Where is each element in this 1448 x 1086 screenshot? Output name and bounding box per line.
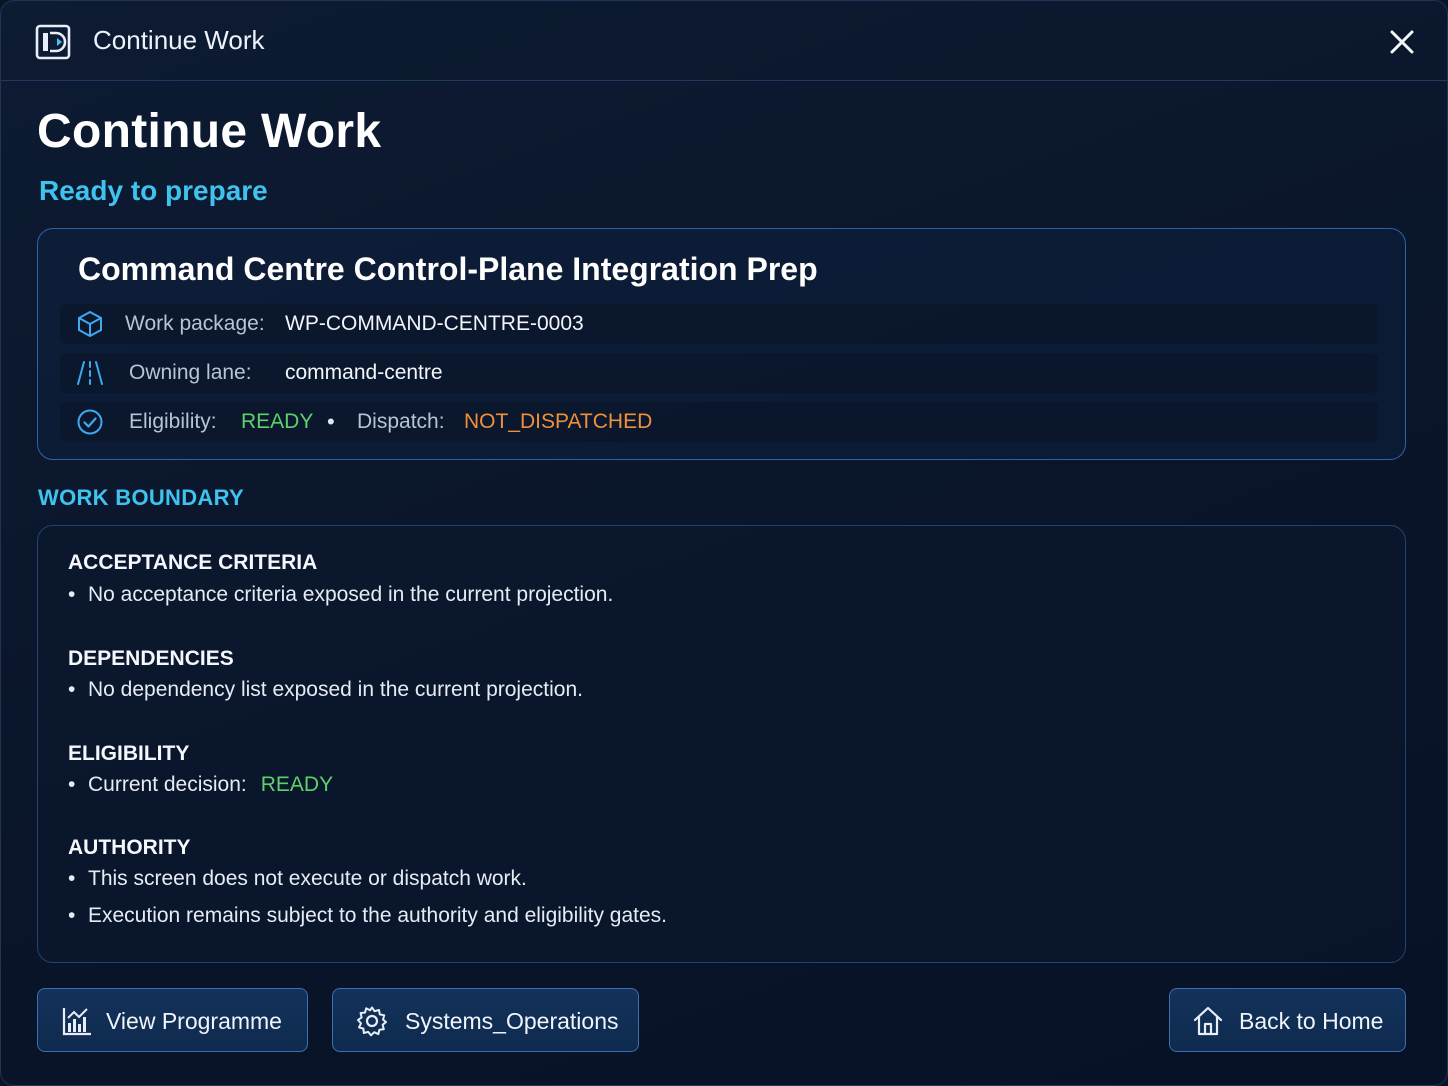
eligibility-item: • Current decision: READY [68,773,333,797]
view-programme-button[interactable]: View Programme [37,988,308,1052]
bullet: • [68,904,76,927]
app-window-icon [35,24,71,60]
back-to-home-label: Back to Home [1239,1008,1384,1034]
window-title: Continue Work [93,25,265,55]
current-decision-value: READY [260,773,334,796]
separator-dot: • [327,409,335,434]
work-title: Command Centre Control-Plane Integration… [78,251,818,287]
authority-item: • This screen does not execute or dispatc… [68,867,527,891]
owning-lane-value: command-centre [285,361,443,384]
work-package-row: Work package: WP-COMMAND-CENTRE-0003 [60,304,1378,344]
authority-heading: AUTHORITY [68,836,191,859]
work-package-label: Work package: [125,312,265,335]
bullet: • [68,583,76,606]
title-bar: Continue Work [1,1,1447,81]
page-subtitle: Ready to prepare [39,175,268,206]
authority-text: Execution remains subject to the authori… [88,904,667,927]
gear-icon [357,1006,387,1037]
continue-work-window: Continue Work Continue Work Ready to pre… [0,0,1448,1086]
work-boundary-heading: WORK BOUNDARY [38,485,244,510]
current-decision-label: Current decision: [88,773,247,796]
page-title: Continue Work [37,105,382,158]
bullet: • [68,678,76,701]
work-summary-card: Command Centre Control-Plane Integration… [37,228,1406,460]
dependencies-item: • No dependency list exposed in the curre… [68,678,583,702]
work-boundary-card: ACCEPTANCE CRITERIA • No acceptance crite… [37,525,1406,963]
back-to-home-button[interactable]: Back to Home [1169,988,1406,1052]
dependencies-text: No dependency list exposed in the curren… [88,678,583,701]
eligibility-status: READY [241,410,314,433]
dependencies-heading: DEPENDENCIES [68,647,234,670]
authority-item: • Execution remains subject to the author… [68,904,667,928]
close-icon[interactable] [1385,25,1419,59]
owning-lane-row: Owning lane: command-centre [60,353,1378,393]
bullet: • [68,867,76,890]
eligibility-label: Eligibility: [129,410,217,433]
home-icon [1193,1006,1223,1036]
eligibility-heading: ELIGIBILITY [68,742,190,765]
road-lane-icon [77,361,103,385]
dispatch-label: Dispatch: [357,410,445,433]
systems-operations-label: Systems_Operations [405,1008,619,1034]
bullet: • [68,773,76,796]
acceptance-criteria-heading: ACCEPTANCE CRITERIA [68,551,318,574]
check-circle-icon [77,409,103,435]
cube-icon [78,310,102,338]
owning-lane-label: Owning lane: [129,361,252,384]
acceptance-criteria-text: No acceptance criteria exposed in the cu… [88,583,614,606]
dispatch-status: NOT_DISPATCHED [464,410,653,433]
status-row: Eligibility: READY • Dispatch: NOT_DISPA… [60,402,1378,442]
acceptance-criteria-item: • No acceptance criteria exposed in the c… [68,583,613,607]
view-programme-label: View Programme [106,1008,282,1034]
authority-text: This screen does not execute or dispatch… [88,867,527,890]
work-package-value: WP-COMMAND-CENTRE-0003 [285,312,584,335]
systems-operations-button[interactable]: Systems_Operations [332,988,639,1052]
bar-chart-icon [62,1008,91,1036]
